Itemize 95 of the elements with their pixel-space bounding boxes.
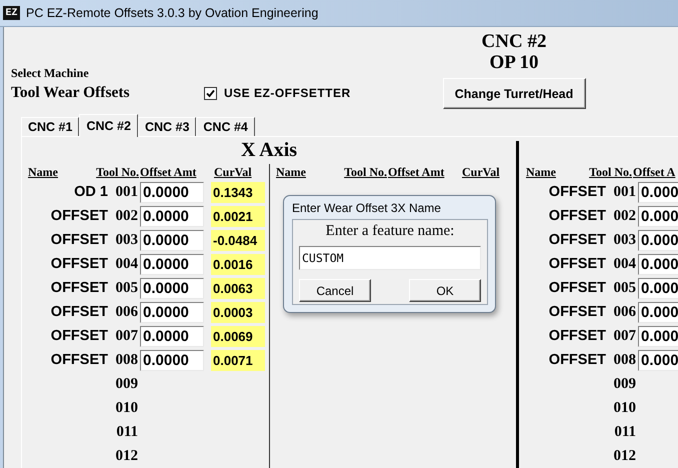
column-header: Tool No. [589,165,632,180]
offset-field[interactable]: 0.000 [638,254,678,274]
tool-number: 003 [116,232,138,248]
tool-number: 005 [614,280,636,296]
dialog-title: Enter Wear Offset 3X Name [292,201,441,215]
offset-name: OFFSET [50,304,108,320]
tool-number: 009 [116,376,138,392]
column-header: Name [28,165,58,180]
dialog-button[interactable]: Cancel [299,279,371,302]
offset-name: OD 1 [74,184,108,200]
tool-number: 011 [116,424,138,440]
column-header: Name [276,165,306,180]
current-value: -0.0484 [211,230,265,250]
tool-number: 008 [614,352,636,368]
machine-tab[interactable]: CNC #1 [21,117,80,136]
offset-field[interactable]: 0.0000 [140,350,204,370]
offset-field[interactable]: 0.0000 [140,326,204,346]
tool-number: 011 [614,424,636,440]
tool-number: 002 [614,208,636,224]
tool-number: 005 [116,280,138,296]
current-value: 0.0021 [211,206,265,226]
offset-field[interactable]: 0.000 [638,182,678,202]
offset-field[interactable]: 0.000 [638,302,678,322]
offset-name: OFFSET [548,328,606,344]
offset-name: OFFSET [50,232,108,248]
offset-field[interactable]: 0.000 [638,350,678,370]
axis-title: X Axis [240,139,298,162]
section-title: Tool Wear Offsets [11,84,131,102]
tool-number: 010 [116,400,138,416]
tool-number: 004 [116,256,138,272]
offset-name: OFFSET [548,256,606,272]
machine-tab[interactable]: CNC #2 [79,114,138,137]
machine-name: CNC #2 [482,31,546,53]
current-value: 0.0063 [211,278,265,298]
tool-number: 001 [116,184,138,200]
current-value: 0.0071 [211,350,265,370]
current-value: 0.0016 [211,254,265,274]
offset-field[interactable]: 0.000 [638,206,678,226]
tool-number: 012 [614,448,636,464]
offset-field[interactable]: 0.000 [638,278,678,298]
checkbox-label: USE EZ-OFFSETTER [224,86,351,100]
offset-field[interactable]: 0.0000 [140,206,204,226]
column-header: Offset A [633,165,676,180]
tool-number: 001 [614,184,636,200]
tool-number: 012 [116,448,138,464]
offset-field[interactable]: 0.0000 [140,302,204,322]
tool-number: 006 [116,304,138,320]
dialog-prompt: Enter a feature name: [326,223,454,239]
offset-name: OFFSET [548,184,606,200]
column-header: Tool No. [96,165,139,180]
operation-label: OP 10 [489,53,539,73]
tool-number: 009 [614,376,636,392]
tool-number: 008 [116,352,138,368]
column-header: Name [526,165,556,180]
column-header: Offset Amt [140,165,196,180]
offset-name: OFFSET [50,352,108,368]
offset-name: OFFSET [548,208,606,224]
current-value: 0.0069 [211,326,265,346]
offset-field[interactable]: 0.000 [638,230,678,250]
offset-field[interactable]: 0.000 [638,326,678,346]
offset-field[interactable]: 0.0000 [140,230,204,250]
offset-name: OFFSET [50,256,108,272]
current-value: 0.1343 [211,182,265,202]
column-header: CurVal [214,165,252,180]
offset-field[interactable]: 0.0000 [140,182,204,202]
tool-number: 003 [614,232,636,248]
check-icon [206,88,215,98]
machine-tab[interactable]: CNC #4 [196,117,255,136]
feature-name-field[interactable]: CUSTOM [299,246,481,270]
offset-name: OFFSET [548,352,606,368]
change-turret-button[interactable]: Change Turret/Head [442,78,586,109]
machine-tab[interactable]: CNC #3 [138,117,196,136]
app-icon: EZ [3,6,20,20]
offset-name: OFFSET [50,328,108,344]
offset-field[interactable]: 0.0000 [140,254,204,274]
offset-name: OFFSET [50,208,108,224]
window-title: PC EZ-Remote Offsets 3.0.3 by Ovation Engineering [26,6,318,20]
tool-number: 004 [614,256,636,272]
offset-name: OFFSET [50,280,108,296]
select-machine-label: Select Machine [11,66,90,81]
dialog-button[interactable]: OK [409,279,481,302]
column-header: Tool No. [344,165,387,180]
offset-name: OFFSET [548,232,606,248]
tool-number: 007 [116,328,138,344]
tool-number: 006 [614,304,636,320]
tool-number: 007 [614,328,636,344]
offset-field[interactable]: 0.0000 [140,278,204,298]
column-header: Offset Amt [388,165,444,180]
tool-number: 002 [116,208,138,224]
current-value: 0.0003 [211,302,265,322]
offset-name: OFFSET [548,280,606,296]
checkbox[interactable] [204,86,217,100]
tool-number: 010 [614,400,636,416]
column-header: CurVal [462,165,500,180]
offset-name: OFFSET [548,304,606,320]
